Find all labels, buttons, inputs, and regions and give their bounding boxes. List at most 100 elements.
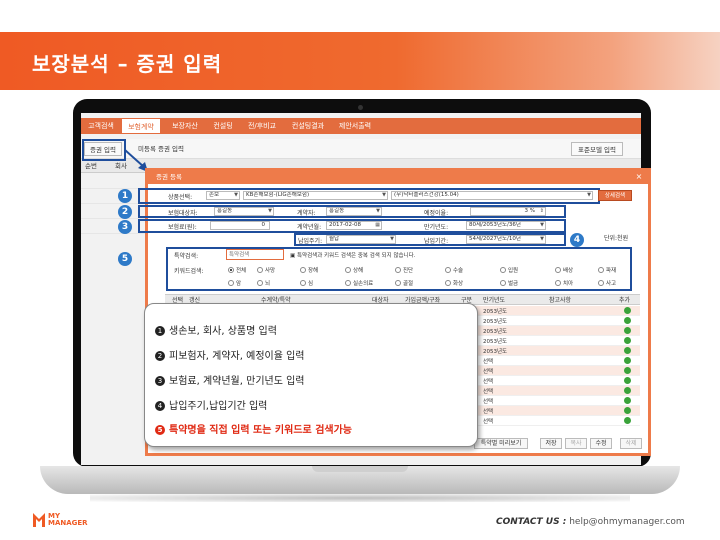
keyword-radio-1[interactable]: 뇌 — [257, 279, 270, 287]
maturity-select[interactable]: 80세/2053년도/36년 ▼ — [466, 221, 546, 230]
rider-maturity-cell: 선택 — [483, 419, 494, 425]
company-select[interactable]: KB손해보험-(LIG손해보험) ▼ — [243, 191, 388, 200]
rider-note-text: 특약검색과 키워드 검색은 중복 검색 되지 않습니다. — [296, 253, 416, 259]
keyword-radio-3[interactable]: 실손의료 — [345, 279, 373, 287]
keyword-label: 실손의료 — [353, 281, 374, 287]
contractor-value: 홍길동 — [329, 208, 345, 214]
keyword-radio-2[interactable]: 심 — [300, 279, 313, 287]
keyword-radio-6[interactable]: 벌금 — [500, 279, 518, 287]
keyword-radio-5[interactable]: 수술 — [445, 266, 463, 274]
menu-consulting[interactable]: 컨설팅 — [207, 118, 239, 134]
marker-2: 2 — [118, 205, 132, 219]
add-rider-icon[interactable] — [624, 307, 631, 314]
keyword-radio-5[interactable]: 화상 — [445, 279, 463, 287]
callout-text-1: 생손보, 회사, 상품명 입력 — [169, 326, 277, 337]
calendar-icon: ▦ — [375, 222, 380, 228]
contact-label: CONTACT US : — [496, 517, 567, 527]
add-rider-icon[interactable] — [624, 327, 631, 334]
edit-button[interactable]: 수정 — [590, 438, 612, 449]
keyword-radio-0[interactable]: 전체 — [228, 266, 246, 274]
pay-period-value: 54세/2027년도/10년 — [469, 236, 521, 242]
rider-search-input[interactable] — [226, 249, 284, 260]
add-rider-icon[interactable] — [624, 397, 631, 404]
standard-model-button[interactable]: 표준모델 입력 — [571, 142, 623, 156]
menu-insurance-contract[interactable]: 보험계약 — [121, 118, 161, 134]
radio-circle-icon — [395, 267, 401, 273]
keyword-label: 화상 — [453, 281, 464, 287]
keyword-radio-0[interactable]: 암 — [228, 279, 241, 287]
product-select-label: 상품선택: — [168, 194, 193, 201]
add-rider-icon[interactable] — [624, 317, 631, 324]
callout-number-4: 4 — [155, 401, 165, 411]
detail-search-button[interactable]: 상세검색 — [598, 190, 632, 201]
stepper-icon: ⇕ — [539, 208, 544, 214]
keyword-radio-6[interactable]: 입원 — [500, 266, 518, 274]
menu-customer-search[interactable]: 고객검색 — [83, 118, 119, 134]
add-rider-icon[interactable] — [624, 357, 631, 364]
instruction-callout: 1 생손보, 회사, 상품명 입력 2 피보험자, 계약자, 예정이율 입력 3 보험… — [144, 303, 478, 447]
rider-maturity-cell: 선택 — [483, 359, 494, 365]
pay-cycle-value: 월납 — [329, 236, 340, 242]
planned-rate-input[interactable]: 3 % ⇕ — [470, 207, 546, 216]
keyword-radio-8[interactable]: 사고 — [598, 279, 616, 287]
keyword-radio-1[interactable]: 사망 — [257, 266, 275, 274]
radio-circle-icon — [598, 280, 604, 286]
insured-select[interactable]: 홍길동 ▼ — [214, 207, 274, 216]
contractor-label: 계약자: — [297, 210, 316, 217]
keyword-radio-4[interactable]: 골절 — [395, 279, 413, 287]
pay-period-select[interactable]: 54세/2027년도/10년 ▼ — [466, 235, 546, 244]
add-rider-icon[interactable] — [624, 407, 631, 414]
rider-maturity-cell: 2053년도 — [483, 339, 508, 345]
menu-before-after[interactable]: 전/후비교 — [241, 118, 283, 134]
pay-cycle-select[interactable]: 월납 ▼ — [326, 235, 396, 244]
add-rider-icon[interactable] — [624, 367, 631, 374]
contract-date-input[interactable]: 2017-02-08 ▦ — [326, 221, 382, 230]
add-rider-icon[interactable] — [624, 387, 631, 394]
radio-circle-icon — [345, 280, 351, 286]
rider-maturity-cell: 선택 — [483, 379, 494, 385]
keyword-radio-3[interactable]: 상해 — [345, 266, 363, 274]
product-name-select[interactable]: (무)닥터플러스건강(15.04) ▼ — [391, 191, 593, 200]
add-rider-icon[interactable] — [624, 377, 631, 384]
keyword-label: 장해 — [308, 268, 319, 274]
delete-button[interactable]: 삭제 — [620, 438, 642, 449]
rider-maturity-cell: 2053년도 — [483, 319, 508, 325]
menu-bar: 고객검색 보험계약 보장자산 컨설팅 전/후비교 컨설팅결과 제안서출력 — [81, 118, 641, 134]
keyword-radio-7[interactable]: 배상 — [555, 266, 573, 274]
callout-text-3: 보험료, 계약년월, 만기년도 입력 — [169, 376, 305, 387]
contractor-select[interactable]: 홍길동 ▼ — [326, 207, 382, 216]
logo-line-2: MANAGER — [48, 519, 88, 527]
rider-search-label: 특약검색: — [174, 253, 199, 260]
add-rider-icon[interactable] — [624, 417, 631, 424]
input-button-highlight — [82, 139, 126, 161]
menu-proposal-print[interactable]: 제안서출력 — [333, 118, 377, 134]
rider-preview-button[interactable]: 특약별 미리보기 — [474, 438, 528, 449]
contact-email[interactable]: help@ohmymanager.com — [569, 517, 684, 527]
laptop-shadow — [90, 494, 630, 502]
chevron-down-icon: ▼ — [540, 236, 544, 242]
add-rider-icon[interactable] — [624, 337, 631, 344]
keyword-label: 입원 — [508, 268, 519, 274]
col-index: 순번 — [85, 162, 97, 170]
premium-input[interactable]: 0 — [210, 221, 270, 230]
keyword-radio-4[interactable]: 진단 — [395, 266, 413, 274]
save-button[interactable]: 저장 — [540, 438, 562, 449]
add-rider-icon[interactable] — [624, 347, 631, 354]
product-type-select[interactable]: 손보 ▼ — [206, 191, 240, 200]
keyword-radio-8[interactable]: 파재 — [598, 266, 616, 274]
menu-consulting-result[interactable]: 컨설팅결과 — [285, 118, 331, 134]
callout-line-4: 4 납입주기,납입기간 입력 — [155, 397, 267, 412]
radio-circle-icon — [257, 267, 263, 273]
insured-label: 보험대상자: — [168, 210, 198, 217]
keyword-label: 골절 — [403, 281, 414, 287]
insured-value: 홍길동 — [217, 208, 233, 214]
keyword-radio-7[interactable]: 치아 — [555, 279, 573, 287]
laptop-notch — [312, 466, 408, 472]
checkbox-icon[interactable]: ▣ — [290, 253, 295, 259]
close-icon[interactable]: × — [634, 172, 644, 182]
callout-number-1: 1 — [155, 326, 165, 336]
keyword-radio-2[interactable]: 장해 — [300, 266, 318, 274]
menu-coverage-assets[interactable]: 보장자산 — [165, 118, 205, 134]
copy-button[interactable]: 복사 — [565, 438, 587, 449]
radio-circle-icon — [500, 280, 506, 286]
